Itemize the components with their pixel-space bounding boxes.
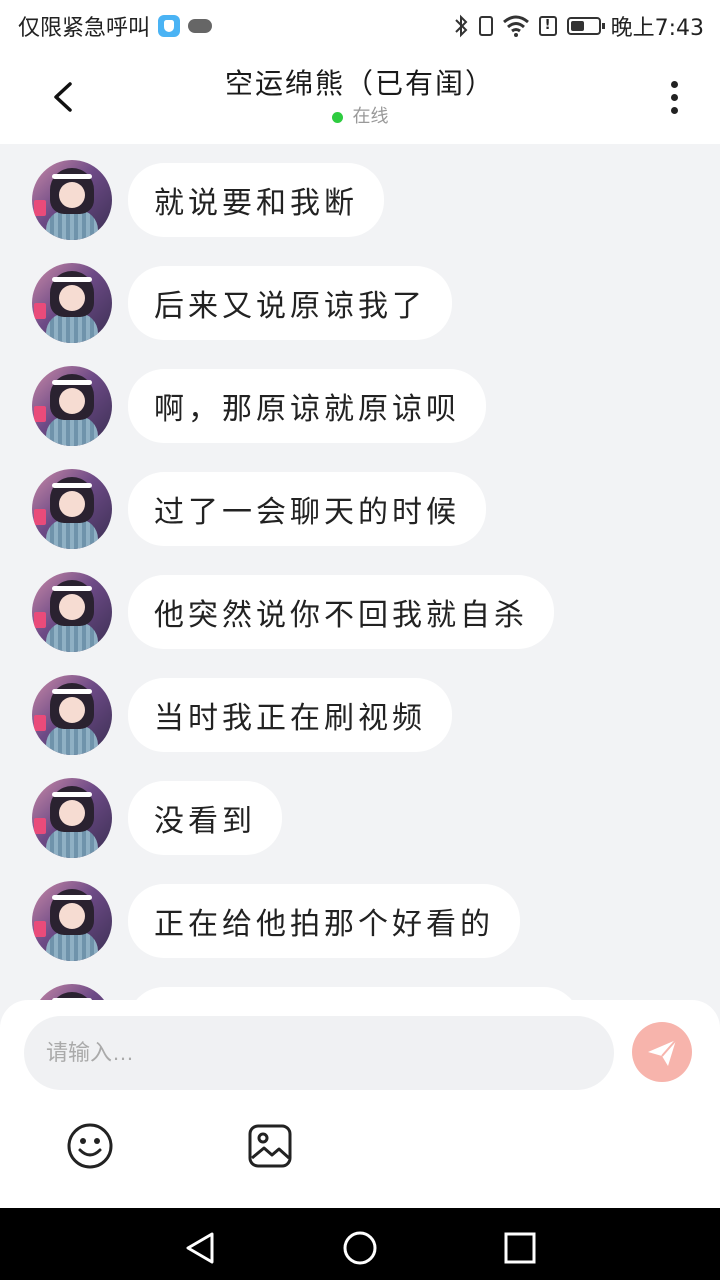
message-bubble[interactable] xyxy=(128,987,580,1000)
emoji-button[interactable] xyxy=(66,1122,114,1170)
send-icon xyxy=(648,1039,677,1066)
avatar[interactable] xyxy=(32,984,112,1000)
more-button[interactable] xyxy=(654,72,694,122)
message-bubble[interactable]: 后来又说原谅我了 xyxy=(128,266,452,340)
bluetooth-icon xyxy=(454,14,468,38)
image-button[interactable] xyxy=(246,1122,294,1170)
wifi-icon xyxy=(502,15,529,37)
online-label: 在线 xyxy=(352,106,389,127)
status-bar: 仅限紧急呼叫 ! 晚上7:43 xyxy=(0,0,720,50)
message-bubble[interactable]: 没看到 xyxy=(128,781,282,855)
battery-icon xyxy=(566,17,605,35)
system-nav-bar xyxy=(0,1208,720,1280)
message-row: 他突然说你不回我就自杀 xyxy=(32,572,554,652)
message-row: 当时我正在刷视频 xyxy=(32,675,452,755)
chat-title: 空运绵熊（已有闺） xyxy=(224,67,495,100)
message-input[interactable] xyxy=(24,1016,614,1090)
cloud-icon xyxy=(188,19,213,33)
message-row: 就说要和我断 xyxy=(32,160,384,240)
alert-icon: ! xyxy=(538,16,557,36)
more-vertical-icon xyxy=(670,80,678,88)
message-row xyxy=(32,984,580,1000)
avatar[interactable] xyxy=(32,572,112,652)
clock: 晚上7:43 xyxy=(610,16,704,41)
status-right: ! 晚上7:43 xyxy=(453,10,704,42)
avatar[interactable] xyxy=(32,469,112,549)
message-bubble[interactable]: 正在给他拍那个好看的 xyxy=(128,884,520,958)
message-row: 啊，那原谅就原谅呗 xyxy=(32,366,486,446)
online-dot xyxy=(331,111,343,123)
message-bubble[interactable]: 当时我正在刷视频 xyxy=(128,678,452,752)
nav-recent-icon[interactable] xyxy=(504,1232,536,1264)
carrier-text: 仅限紧急呼叫 xyxy=(18,16,151,41)
emoji-icon xyxy=(67,1123,113,1169)
shield-icon xyxy=(158,15,181,37)
avatar[interactable] xyxy=(32,263,112,343)
message-bubble[interactable]: 他突然说你不回我就自杀 xyxy=(128,575,554,649)
input-panel xyxy=(0,1000,720,1208)
avatar[interactable] xyxy=(32,160,112,240)
send-button[interactable] xyxy=(632,1022,692,1082)
message-bubble[interactable]: 啊，那原谅就原谅呗 xyxy=(128,369,486,443)
avatar[interactable] xyxy=(32,881,112,961)
vibrate-icon xyxy=(478,16,493,36)
message-row: 后来又说原谅我了 xyxy=(32,263,452,343)
online-status: 在线 xyxy=(0,102,720,128)
avatar[interactable] xyxy=(32,366,112,446)
message-bubble[interactable]: 就说要和我断 xyxy=(128,163,384,237)
avatar[interactable] xyxy=(32,675,112,755)
nav-home-icon[interactable] xyxy=(342,1230,378,1266)
chat-header: 空运绵熊（已有闺） 在线 xyxy=(0,50,720,144)
status-left: 仅限紧急呼叫 xyxy=(18,10,213,42)
message-list[interactable]: 就说要和我断 后来又说原谅我了 啊，那原谅就原谅呗 过了一会聊天的时候 他突然说你不回我… xyxy=(0,144,720,1000)
message-row: 正在给他拍那个好看的 xyxy=(32,881,520,961)
message-row: 过了一会聊天的时候 xyxy=(32,469,486,549)
nav-back-icon[interactable] xyxy=(182,1230,218,1266)
image-icon xyxy=(248,1124,292,1168)
avatar[interactable] xyxy=(32,778,112,858)
message-row: 没看到 xyxy=(32,778,282,858)
message-bubble[interactable]: 过了一会聊天的时候 xyxy=(128,472,486,546)
